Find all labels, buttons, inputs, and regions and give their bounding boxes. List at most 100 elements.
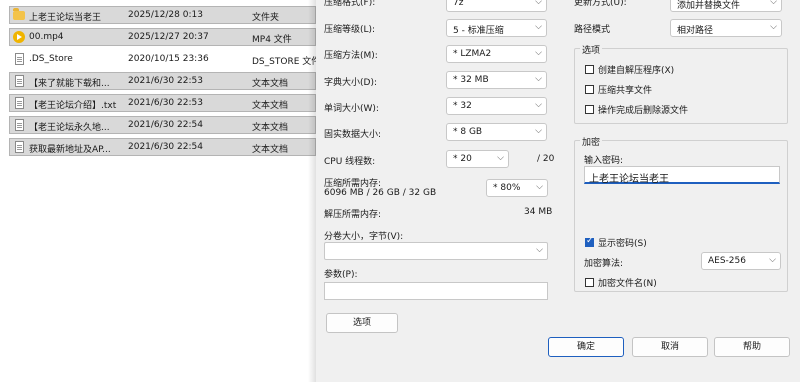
- checkbox-box: [585, 105, 594, 114]
- path-mode-label: 路径模式: [574, 25, 611, 35]
- file-date: 2021/6/30 22:54: [128, 142, 203, 152]
- text-document-icon: [15, 119, 24, 131]
- word-size-label: 单词大小(W):: [324, 104, 379, 114]
- file-name: 上老王论坛当老王: [29, 13, 102, 23]
- file-type: 文本文档: [252, 79, 289, 89]
- chevron-down-icon: ⌵: [536, 182, 543, 192]
- file-row-ds-store[interactable]: .DS_Store 2020/10/15 23:36 DS_STORE 文件: [9, 50, 320, 68]
- memory-decompress-value: 34 MB: [524, 207, 553, 217]
- chevron-down-icon: ⌵: [535, 100, 542, 110]
- file-type: 文本文档: [252, 101, 289, 111]
- cpu-threads-label: CPU 线程数:: [324, 157, 376, 167]
- file-row-txt-4[interactable]: 获取最新地址及AP... 2021/6/30 22:54 文本文档: [9, 138, 316, 156]
- memory-usage-value: * 80%: [493, 183, 521, 193]
- compress-shared-checkbox[interactable]: 压缩共享文件: [585, 83, 652, 96]
- cpu-threads-select[interactable]: * 20 ⌵: [446, 150, 509, 168]
- encryption-method-select[interactable]: AES-256 ⌵: [701, 252, 781, 270]
- delete-after-checkbox[interactable]: 操作完成后删除源文件: [585, 103, 688, 116]
- show-password-label: 显示密码(S): [598, 239, 647, 249]
- dictionary-size-value: * 32 MB: [453, 75, 489, 85]
- path-mode-select[interactable]: 相对路径 ⌵: [670, 19, 782, 37]
- solid-block-size-select[interactable]: * 8 GB ⌵: [446, 123, 547, 141]
- file-name: 获取最新地址及AP...: [29, 145, 111, 155]
- solid-block-size-label: 固实数据大小:: [324, 130, 382, 140]
- update-mode-select[interactable]: 添加并替换文件 ⌵: [670, 0, 782, 12]
- delete-after-label: 操作完成后删除源文件: [598, 106, 689, 116]
- dialog-shadow: [308, 0, 316, 382]
- file-type: 文本文档: [252, 145, 289, 155]
- compression-level-select[interactable]: 5 - 标准压缩 ⌵: [446, 19, 547, 37]
- solid-block-size-value: * 8 GB: [453, 127, 483, 137]
- show-password-checkbox[interactable]: 显示密码(S): [585, 236, 647, 249]
- memory-decompress-label: 解压所需内存:: [324, 210, 382, 220]
- cpu-threads-total: / 20: [537, 154, 555, 164]
- chevron-down-icon: ⌵: [770, 0, 777, 7]
- password-value: 上老王论坛当老王: [589, 174, 669, 185]
- ok-button[interactable]: 确定: [548, 337, 624, 357]
- compression-method-select[interactable]: * LZMA2 ⌵: [446, 45, 547, 63]
- dictionary-size-select[interactable]: * 32 MB ⌵: [446, 71, 547, 89]
- media-icon: [13, 31, 25, 43]
- password-input[interactable]: 上老王论坛当老王: [584, 166, 780, 185]
- file-name: 00.mp4: [29, 32, 64, 42]
- encryption-group-title: 加密: [580, 135, 603, 148]
- memory-compress-detail: 6096 MB / 26 GB / 32 GB: [324, 188, 437, 198]
- compression-level-label: 压缩等级(L):: [324, 25, 376, 35]
- parameters-input[interactable]: [324, 282, 548, 300]
- update-mode-label: 更新方式(U):: [574, 0, 627, 8]
- checkbox-checked-icon: [585, 236, 594, 247]
- update-mode-value: 添加并替换文件: [677, 1, 741, 11]
- memory-usage-select[interactable]: * 80% ⌵: [486, 179, 548, 197]
- compress-shared-label: 压缩共享文件: [598, 86, 653, 96]
- word-size-select[interactable]: * 32 ⌵: [446, 97, 547, 115]
- folder-icon: [13, 8, 25, 20]
- chevron-down-icon: ⌵: [535, 48, 542, 58]
- cpu-threads-value: * 20: [453, 154, 472, 164]
- file-row-folder[interactable]: 上老王论坛当老王 2025/12/28 0:13 文件夹: [9, 6, 316, 24]
- compression-level-value: 5 - 标准压缩: [453, 26, 504, 36]
- text-document-icon: [15, 75, 24, 87]
- file-row-txt-3[interactable]: 【老王论坛永久地... 2021/6/30 22:54 文本文档: [9, 116, 316, 134]
- split-volumes-select[interactable]: ⌵: [324, 242, 548, 260]
- checkbox-box: [585, 65, 594, 74]
- file-date: 2020/10/15 23:36: [128, 54, 209, 64]
- help-button[interactable]: 帮助: [714, 337, 790, 357]
- options-group-title: 选项: [580, 43, 603, 56]
- file-date: 2025/12/27 20:37: [128, 32, 209, 42]
- checkbox-box: [585, 85, 594, 94]
- file-row-txt-2[interactable]: 【老王论坛介绍】.txt 2021/6/30 22:53 文本文档: [9, 94, 316, 112]
- chevron-down-icon: ⌵: [535, 0, 542, 7]
- text-document-icon: [15, 97, 24, 109]
- options-button[interactable]: 选项: [326, 313, 398, 333]
- file-date: 2021/6/30 22:54: [128, 120, 203, 130]
- compression-method-value: * LZMA2: [453, 49, 492, 59]
- compression-method-label: 压缩方法(M):: [324, 51, 378, 61]
- encrypt-filenames-checkbox[interactable]: 加密文件名(N): [585, 276, 657, 289]
- parameters-label: 参数(P):: [324, 270, 358, 280]
- create-sfx-label: 创建自解压程序(X): [598, 66, 675, 76]
- file-name: 【老王论坛介绍】.txt: [29, 101, 117, 111]
- encryption-method-label: 加密算法:: [584, 259, 624, 269]
- file-date: 2025/12/28 0:13: [128, 10, 203, 20]
- archive-format-select[interactable]: 7z ⌵: [446, 0, 547, 12]
- path-mode-value: 相对路径: [677, 26, 714, 36]
- chevron-down-icon: ⌵: [535, 74, 542, 84]
- file-row-mp4[interactable]: 00.mp4 2025/12/27 20:37 MP4 文件: [9, 28, 316, 46]
- file-icon: [15, 53, 24, 65]
- create-sfx-checkbox[interactable]: 创建自解压程序(X): [585, 63, 674, 76]
- chevron-down-icon: ⌵: [769, 255, 776, 265]
- chevron-down-icon: ⌵: [536, 245, 543, 255]
- file-name: 【来了就能下载和...: [29, 79, 110, 89]
- archive-format-label: 压缩格式(F):: [324, 0, 376, 8]
- file-type: MP4 文件: [252, 35, 292, 45]
- file-name: .DS_Store: [29, 54, 73, 64]
- file-row-txt-1[interactable]: 【来了就能下载和... 2021/6/30 22:53 文本文档: [9, 72, 316, 90]
- cancel-button[interactable]: 取消: [632, 337, 708, 357]
- file-name: 【老王论坛永久地...: [29, 123, 110, 133]
- encrypt-filenames-label: 加密文件名(N): [598, 279, 657, 289]
- add-to-archive-dialog: 压缩格式(F): 7z ⌵ 压缩等级(L): 5 - 标准压缩 ⌵ 压缩方法(M…: [316, 0, 800, 382]
- file-date: 2021/6/30 22:53: [128, 76, 203, 86]
- word-size-value: * 32: [453, 101, 472, 111]
- chevron-down-icon: ⌵: [497, 153, 504, 163]
- encryption-method-value: AES-256: [708, 256, 746, 266]
